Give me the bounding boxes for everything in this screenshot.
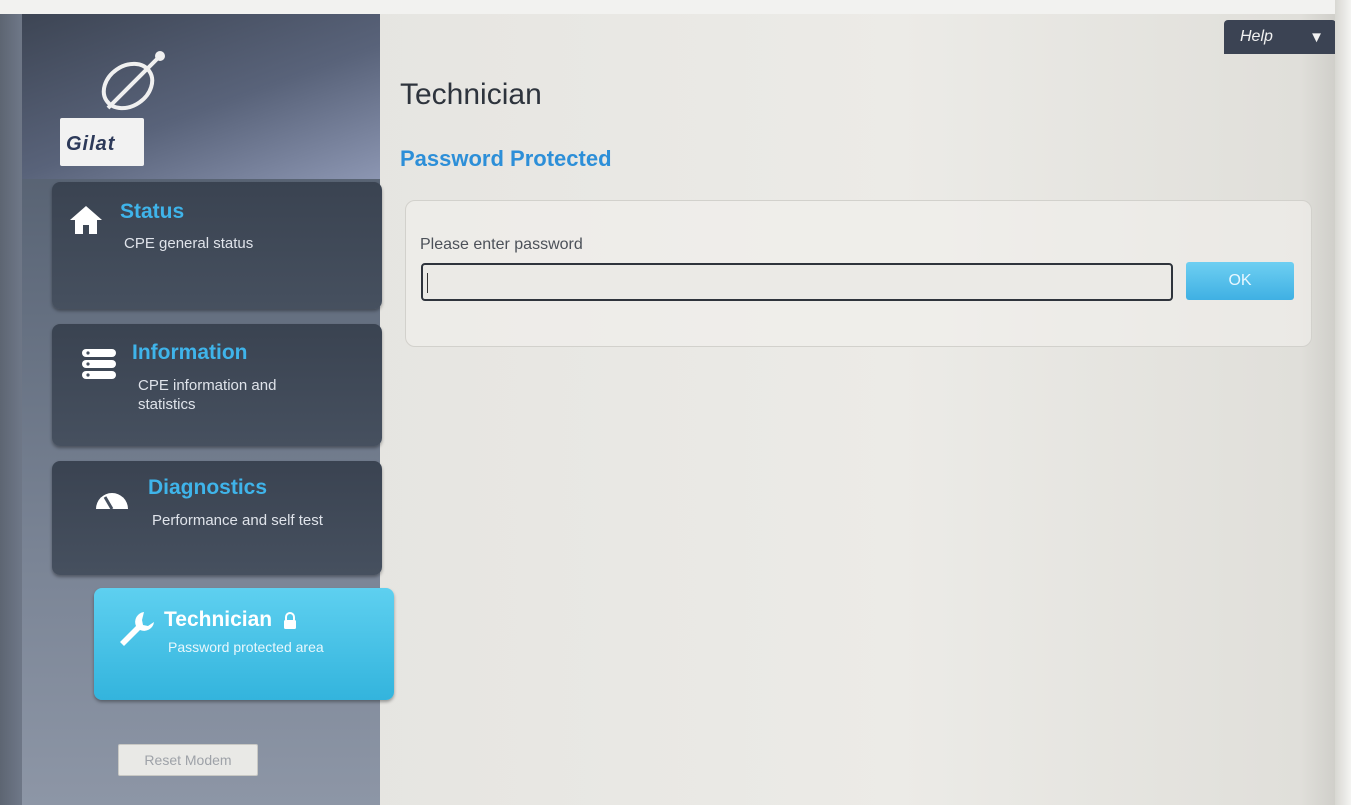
reset-modem-button[interactable]: Reset Modem — [118, 744, 258, 776]
sidebar-item-description: Password protected area — [168, 639, 324, 655]
satellite-logo-icon — [101, 51, 165, 111]
help-label: Help — [1240, 28, 1273, 45]
sidebar-item-status[interactable]: Status CPE general status — [52, 182, 382, 309]
screen-top-edge — [0, 0, 1351, 14]
sidebar-item-title: Technician — [164, 608, 273, 631]
logo-text: Gilat — [66, 133, 116, 155]
database-icon — [82, 349, 116, 379]
sidebar-item-title: Information — [132, 341, 248, 364]
sidebar-item-technician[interactable]: Technician Password protected area — [94, 588, 394, 700]
sidebar-item-description: CPE information and statistics — [138, 377, 277, 413]
text-cursor — [427, 273, 428, 293]
page-title: Technician — [400, 78, 542, 111]
sidebar: Gilat Status CPE general status Informat… — [22, 14, 394, 805]
password-label: Please enter password — [420, 236, 583, 253]
sidebar-item-title: Status — [120, 200, 185, 223]
sidebar-item-description: CPE general status — [124, 235, 254, 252]
chevron-down-icon: ▼ — [1309, 29, 1324, 46]
screen-right-edge — [1335, 0, 1351, 805]
password-input[interactable] — [421, 263, 1173, 301]
sidebar-item-title: Diagnostics — [148, 476, 268, 499]
sidebar-item-description: Performance and self test — [152, 512, 323, 529]
sidebar-item-diagnostics[interactable]: Diagnostics Performance and self test — [52, 461, 382, 575]
help-button[interactable]: Help ▼ — [1224, 20, 1336, 54]
ok-button[interactable]: OK — [1186, 262, 1294, 300]
lock-icon — [284, 612, 296, 629]
home-icon — [70, 206, 102, 234]
section-title: Password Protected — [400, 146, 612, 171]
logo-area: Gilat — [22, 14, 380, 179]
gauge-icon — [96, 493, 128, 510]
wrench-icon — [120, 612, 154, 646]
sidebar-item-information[interactable]: Information CPE information and statisti… — [52, 324, 382, 446]
